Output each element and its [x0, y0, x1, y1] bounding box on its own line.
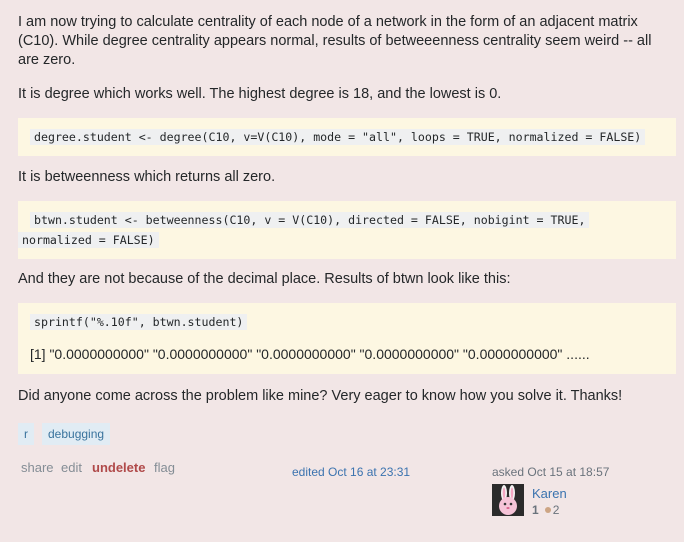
flag-link[interactable]: flag: [154, 460, 175, 475]
asked-timestamp: asked Oct 15 at 18:57: [492, 465, 610, 479]
decimal-description: And they are not because of the decimal …: [18, 271, 511, 287]
degree-code: degree.student <- degree(C10, v=V(C10), …: [30, 129, 646, 145]
user-name[interactable]: Karen: [532, 486, 567, 501]
question-closing: Did anyone come across the problem like …: [18, 388, 623, 404]
degree-description: It is degree which works well. The highe…: [18, 86, 502, 102]
results-block: sprintf("%.10f", btwn.student) [1] "0.00…: [18, 303, 676, 374]
results-output: [1] "0.0000000000" "0.0000000000" "0.000…: [30, 346, 590, 362]
betweenness-code-block: btwn.student <- betweenness(C10, v = V(C…: [18, 201, 676, 259]
bronze-badge-count: 2: [552, 503, 560, 517]
tag-debugging[interactable]: debugging: [42, 423, 111, 445]
betweenness-code-line-1: btwn.student <- betweenness(C10, v = V(C…: [30, 212, 590, 228]
edited-timestamp[interactable]: edited Oct 16 at 23:31: [292, 465, 410, 479]
sprintf-code: sprintf("%.10f", btwn.student): [30, 314, 248, 330]
reputation-score: 1: [532, 503, 539, 517]
betweenness-code-line-2: normalized = FALSE): [18, 232, 159, 248]
share-link[interactable]: share: [21, 460, 54, 475]
tag-r[interactable]: r: [18, 423, 34, 445]
undelete-link[interactable]: undelete: [92, 460, 145, 475]
degree-code-block: degree.student <- degree(C10, v=V(C10), …: [18, 118, 676, 156]
question-intro: I am now trying to calculate centrality …: [18, 14, 652, 68]
bronze-badge-icon: [544, 507, 551, 514]
user-avatar[interactable]: [492, 484, 524, 516]
betweenness-description: It is betweenness which returns all zero…: [18, 169, 276, 185]
user-reputation: 12: [532, 503, 559, 517]
edit-link[interactable]: edit: [61, 460, 82, 475]
bunny-avatar-icon: [492, 484, 524, 516]
